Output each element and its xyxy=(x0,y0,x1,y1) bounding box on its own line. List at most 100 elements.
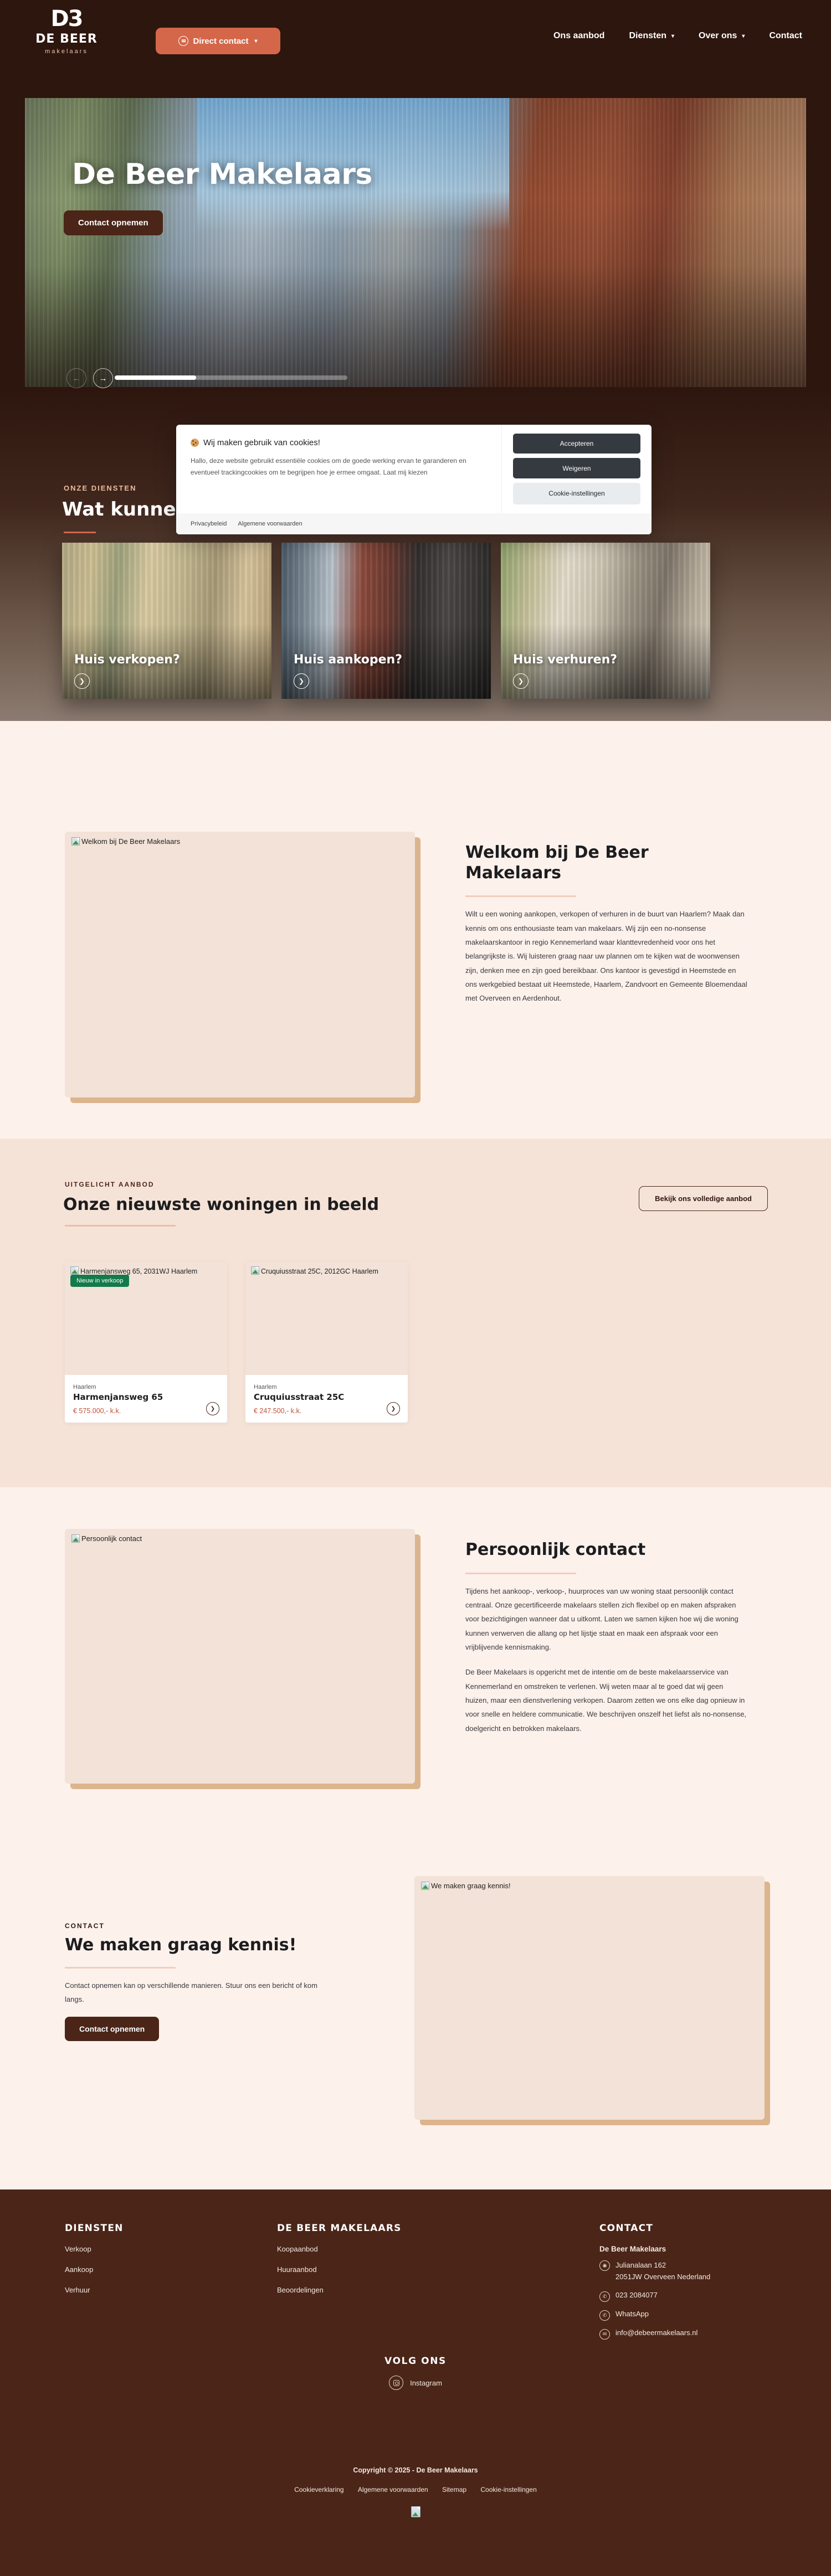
nav-label: Diensten xyxy=(629,31,667,40)
arrow-right-icon[interactable]: → xyxy=(93,368,113,388)
chevron-right-icon[interactable]: ❯ xyxy=(206,1402,219,1415)
site-footer: DIENSTEN Verkoop Aankoop Verhuur DE BEER… xyxy=(0,2189,831,2576)
direct-contact-button[interactable]: ✉ Direct contact ▾ xyxy=(156,28,280,54)
welkom-title: Welkom bij De Beer Makelaars xyxy=(465,843,649,883)
welkom-image-placeholder: Welkom bij De Beer Makelaars xyxy=(65,832,415,1098)
footer-broken-image xyxy=(0,2506,831,2517)
footer-link-aankoop[interactable]: Aankoop xyxy=(65,2265,124,2274)
footer-phone[interactable]: ✆ 023 2084077 xyxy=(599,2291,782,2302)
cookie-privacy-link[interactable]: Privacybeleid xyxy=(191,521,227,527)
cookie-banner-actions: Accepteren Weigeren Cookie-instellingen xyxy=(502,425,652,513)
footer-link-cookieverklaring[interactable]: Cookieverklaring xyxy=(294,2486,343,2493)
cookie-banner-text: Wij maken gebruik van cookies! Hallo, de… xyxy=(176,425,502,513)
listing-image-placeholder: Cruquiusstraat 25C, 2012GC Haarlem xyxy=(245,1261,408,1375)
listing-price: € 247.500,- k.k. xyxy=(254,1407,302,1415)
instagram-icon xyxy=(389,2376,404,2390)
broken-image-icon xyxy=(71,837,80,846)
whatsapp-icon: ✆ xyxy=(599,2310,610,2321)
hero-title: De Beer Makelaars xyxy=(72,158,372,191)
footer-heading-diensten: DIENSTEN xyxy=(65,2223,124,2234)
footer-address-line1: Julianalaan 162 xyxy=(615,2261,666,2269)
footer-address[interactable]: ◉ Julianalaan 162 2051JW Overveen Nederl… xyxy=(599,2260,782,2283)
service-card-verhuren[interactable]: Huis verhuren? ❯ xyxy=(501,543,710,699)
listing-city: Haarlem xyxy=(73,1384,96,1390)
footer-link-sitemap[interactable]: Sitemap xyxy=(442,2486,466,2493)
welkom-rule xyxy=(465,895,576,898)
cookie-banner-title-row: Wij maken gebruik van cookies! xyxy=(191,438,487,447)
footer-heading-makelaars: DE BEER MAKELAARS xyxy=(277,2223,402,2234)
service-card-verkopen[interactable]: Huis verkopen? ❯ xyxy=(62,543,271,699)
cookie-settings-button[interactable]: Cookie-instellingen xyxy=(513,482,640,505)
hero-contact-button[interactable]: Contact opnemen xyxy=(64,210,163,235)
service-card-aankopen[interactable]: Huis aankopen? ❯ xyxy=(281,543,491,699)
hero-progress-bar[interactable] xyxy=(115,375,347,380)
broken-image-alt: Welkom bij De Beer Makelaars xyxy=(71,837,180,846)
arrow-left-icon[interactable]: ← xyxy=(66,368,86,388)
footer-link-koopaanbod[interactable]: Koopaanbod xyxy=(277,2245,402,2253)
listing-city: Haarlem xyxy=(254,1384,277,1390)
nav-item-over-ons[interactable]: Over ons ▾ xyxy=(699,31,745,41)
cookie-banner-footer: Privacybeleid Algemene voorwaarden xyxy=(176,513,652,534)
footer-link-huuraanbod[interactable]: Huuraanbod xyxy=(277,2265,402,2274)
status-badge: Nieuw in verkoop xyxy=(70,1275,130,1287)
footer-link-verkoop[interactable]: Verkoop xyxy=(65,2245,124,2253)
listing-card[interactable]: Cruquiusstraat 25C, 2012GC Haarlem Haarl… xyxy=(245,1261,408,1423)
chevron-down-icon: ▾ xyxy=(254,38,258,44)
nav-item-diensten[interactable]: Diensten ▾ xyxy=(629,31,674,41)
persoonlijk-copy: Persoonlijk contact Tijdens het aankoop-… xyxy=(465,1540,748,1735)
envelope-icon: ✉ xyxy=(599,2328,610,2340)
persoonlijk-body-1: Tijdens het aankoop-, verkoop-, huurproc… xyxy=(465,1586,738,1651)
services-eyebrow: ONZE DIENSTEN xyxy=(64,484,137,492)
view-all-listings-button[interactable]: Bekijk ons volledige aanbod xyxy=(639,1186,768,1211)
listing-price: € 575.000,- k.k. xyxy=(73,1407,121,1415)
persoonlijk-body-2: De Beer Makelaars is opgericht met de in… xyxy=(465,1668,747,1733)
footer-instagram-link[interactable]: Instagram xyxy=(389,2376,442,2390)
service-image xyxy=(62,543,271,699)
site-logo[interactable]: D3 DE BEER makelaars xyxy=(30,8,102,55)
cookie-decline-button[interactable]: Weigeren xyxy=(513,458,640,478)
listing-image-alt-text: Cruquiusstraat 25C, 2012GC Haarlem xyxy=(261,1268,378,1275)
footer-heading-contact: CONTACT xyxy=(599,2223,654,2234)
chevron-right-icon: ❯ xyxy=(74,673,90,689)
logo-mark: D3 xyxy=(50,6,83,32)
featured-listings-section: UITGELICHT AANBOD Onze nieuwste woningen… xyxy=(0,1138,831,1487)
chevron-right-icon: ❯ xyxy=(294,673,309,689)
cookie-banner-title: Wij maken gebruik van cookies! xyxy=(203,438,320,447)
kennis-image-placeholder: We maken graag kennis! xyxy=(414,1876,765,2120)
footer-link-verhuur[interactable]: Verhuur xyxy=(65,2286,124,2294)
welkom-body: Wilt u een woning aankopen, verkopen of … xyxy=(465,910,747,1003)
nav-label: Ons aanbod xyxy=(553,31,605,40)
footer-link-algemene-voorwaarden[interactable]: Algemene voorwaarden xyxy=(358,2486,428,2493)
footer-column-makelaars: DE BEER MAKELAARS Koopaanbod Huuraanbod … xyxy=(277,2223,402,2306)
footer-whatsapp[interactable]: ✆ WhatsApp xyxy=(599,2310,782,2321)
footer-legal-links: Cookieverklaring Algemene voorwaarden Si… xyxy=(0,2486,831,2493)
direct-contact-label: Direct contact xyxy=(193,36,249,46)
aanbod-title: Onze nieuwste woningen in beeld xyxy=(63,1195,379,1214)
listing-image-placeholder: Harmenjansweg 65, 2031WJ Haarlem Nieuw i… xyxy=(65,1261,227,1375)
logo-name: DE BEER xyxy=(35,32,98,46)
aanbod-eyebrow: UITGELICHT AANBOD xyxy=(65,1181,155,1188)
chevron-right-icon[interactable]: ❯ xyxy=(387,1402,400,1415)
aanbod-rule xyxy=(65,1225,176,1227)
footer-link-cookie-instellingen[interactable]: Cookie-instellingen xyxy=(480,2486,536,2493)
persoonlijk-title: Persoonlijk contact xyxy=(465,1540,646,1559)
footer-link-beoordelingen[interactable]: Beoordelingen xyxy=(277,2286,402,2294)
cookie-terms-link[interactable]: Algemene voorwaarden xyxy=(238,521,302,527)
nav-item-ons-aanbod[interactable]: Ons aanbod xyxy=(553,31,604,41)
footer-email[interactable]: ✉ info@debeermakelaars.nl xyxy=(599,2328,782,2340)
kennis-copy: CONTACT We maken graag kennis! Contact o… xyxy=(65,1922,325,2041)
listing-grid: Harmenjansweg 65, 2031WJ Haarlem Nieuw i… xyxy=(65,1261,408,1423)
services-rule xyxy=(64,532,96,533)
cookie-accept-button[interactable]: Accepteren xyxy=(513,434,640,454)
main-navigation: Ons aanbod Diensten ▾ Over ons ▾ Contact xyxy=(553,31,802,41)
nav-label: Contact xyxy=(769,31,802,40)
cookie-icon xyxy=(191,439,199,447)
kennis-contact-button[interactable]: Contact opnemen xyxy=(65,2016,160,2041)
footer-heading-volg-ons: VOLG ONS xyxy=(384,2356,447,2367)
nav-item-contact[interactable]: Contact xyxy=(769,31,802,41)
service-card-label: Huis verhuren? xyxy=(513,653,617,667)
broken-image-icon xyxy=(421,1882,429,1890)
broken-image-icon xyxy=(411,2506,420,2517)
listing-card[interactable]: Harmenjansweg 65, 2031WJ Haarlem Nieuw i… xyxy=(65,1261,227,1423)
welkom-image-alt-text: Welkom bij De Beer Makelaars xyxy=(81,837,181,846)
